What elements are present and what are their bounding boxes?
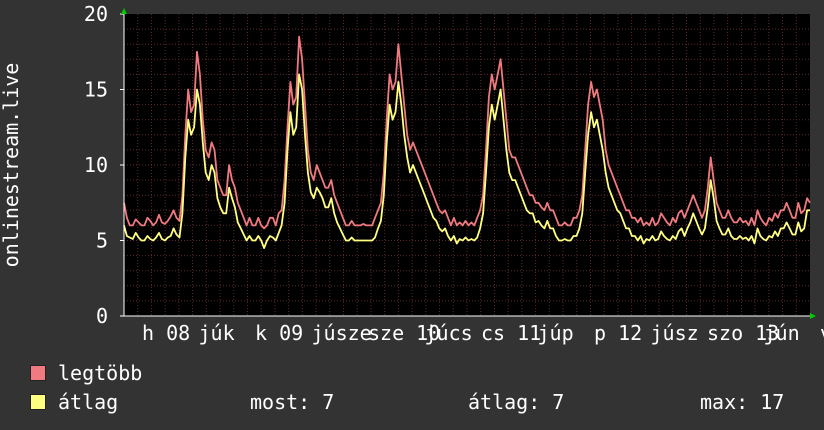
y-axis-arrow-icon bbox=[121, 8, 127, 14]
legend-avg: átlag most: 7 átlag: 7 max: 17 bbox=[30, 391, 820, 413]
legend-avg-label: átlag bbox=[58, 390, 119, 414]
x-tick-label: p 12 bbox=[594, 321, 642, 345]
y-axis-label: onlinestream.live bbox=[0, 63, 23, 268]
y-tick-label: 20 bbox=[84, 2, 108, 26]
x-tick-label: júsze bbox=[312, 321, 372, 345]
legend-max-swatch bbox=[30, 365, 46, 381]
stat-now: most: 7 bbox=[250, 390, 335, 414]
x-tick-label: cs 11 bbox=[481, 321, 541, 345]
x-tick-label: júsz bbox=[651, 321, 699, 345]
stat-max: max: 17 bbox=[700, 390, 785, 414]
x-tick-label: h 08 bbox=[142, 321, 190, 345]
y-tick-label: 0 bbox=[96, 304, 108, 328]
y-tick-label: 5 bbox=[96, 229, 108, 253]
x-tick-label: jún bbox=[764, 321, 800, 345]
x-tick-label: k 09 bbox=[255, 321, 303, 345]
y-tick-label: 10 bbox=[84, 153, 108, 177]
y-tick-label: 15 bbox=[84, 78, 108, 102]
x-tick-label: júcs bbox=[425, 321, 473, 345]
x-axis-arrow-icon bbox=[810, 313, 816, 319]
legend-max: legtöbb bbox=[30, 362, 142, 384]
x-tick-label: v 14 bbox=[820, 321, 824, 345]
stat-average: átlag: 7 bbox=[468, 390, 565, 414]
x-tick-label: júk bbox=[199, 321, 235, 345]
legend-avg-swatch bbox=[30, 394, 46, 410]
legend-max-label: legtöbb bbox=[58, 361, 143, 385]
x-axis-ticks: h 08 júk k 09 júszesze 10júcs cs 11júp p 12 jú… bbox=[142, 321, 824, 345]
y-axis-ticks: 0 5 10 15 20 bbox=[84, 2, 124, 328]
x-tick-label: júp bbox=[538, 321, 574, 345]
